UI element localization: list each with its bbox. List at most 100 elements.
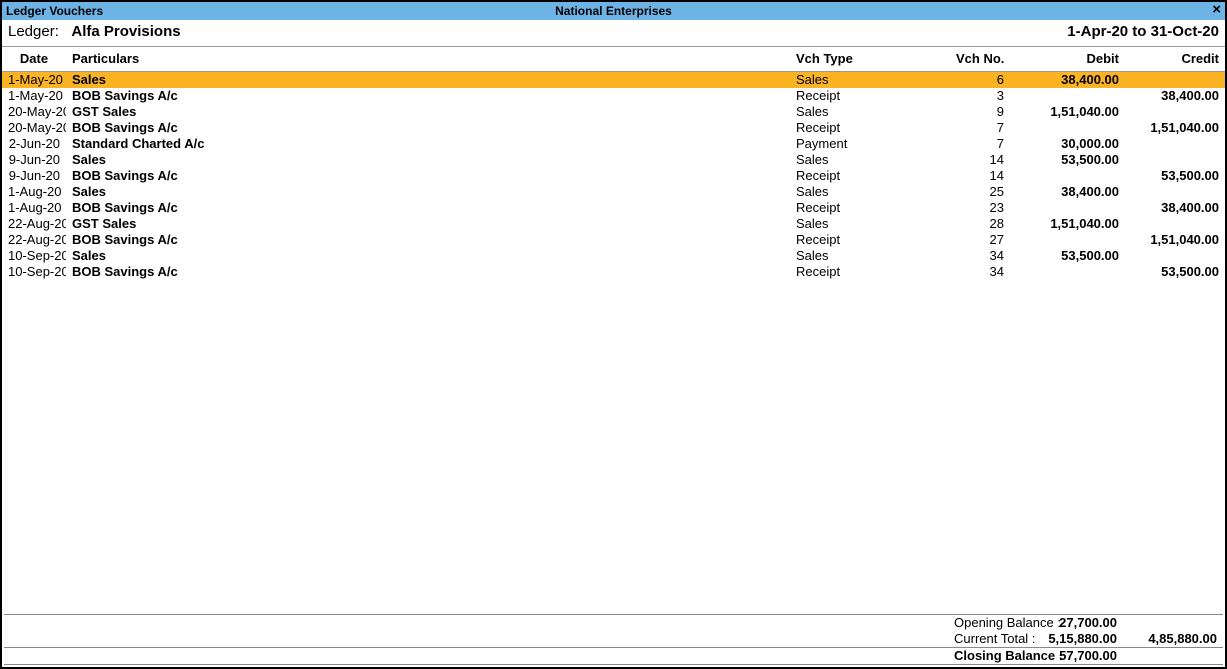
cell-vchno: 23 [950,200,1010,216]
cell-particulars: Sales [66,72,790,88]
cell-vchtype: Sales [790,152,950,168]
cell-credit: 53,500.00 [1125,168,1225,184]
cell-credit [1125,216,1225,232]
cell-vchtype: Sales [790,104,950,120]
cell-vchno: 6 [950,72,1010,88]
cell-particulars: Sales [66,152,790,168]
period-range: 1-Apr-20 to 31-Oct-20 [1067,23,1219,40]
opening-balance-credit [1123,615,1223,631]
cell-vchno: 14 [950,152,1010,168]
table-row[interactable]: 20-May-20GST SalesSales91,51,040.00 [2,104,1225,120]
cell-date: 10-Sep-20 [2,248,66,264]
table-body-area: 1-May-20SalesSales638,400.001-May-20BOB … [2,72,1225,612]
cell-vchtype: Receipt [790,88,950,104]
cell-particulars: BOB Savings A/c [66,264,790,280]
title-center: National Enterprises [2,4,1225,18]
cell-debit [1010,88,1125,104]
table-row[interactable]: 10-Sep-20BOB Savings A/cReceipt3453,500.… [2,264,1225,280]
cell-vchtype: Sales [790,248,950,264]
table-row[interactable]: 20-May-20BOB Savings A/cReceipt71,51,040… [2,120,1225,136]
cell-vchtype: Receipt [790,120,950,136]
cell-credit [1125,104,1225,120]
col-credit-header: Credit [1125,47,1225,72]
cell-vchno: 7 [950,136,1010,152]
cell-particulars: GST Sales [66,216,790,232]
closing-balance-label: Closing Balance : [948,648,1008,665]
current-total-credit: 4,85,880.00 [1123,631,1223,648]
cell-credit [1125,248,1225,264]
cell-date: 1-May-20 [2,72,66,88]
cell-vchno: 34 [950,264,1010,280]
cell-debit [1010,264,1125,280]
table-row[interactable]: 1-Aug-20SalesSales2538,400.00 [2,184,1225,200]
cell-particulars: Sales [66,248,790,264]
cell-date: 1-Aug-20 [2,200,66,216]
cell-particulars: BOB Savings A/c [66,232,790,248]
table-row[interactable]: 9-Jun-20BOB Savings A/cReceipt1453,500.0… [2,168,1225,184]
col-vchtype-header: Vch Type [790,47,950,72]
col-debit-header: Debit [1010,47,1125,72]
table-row[interactable]: 1-Aug-20BOB Savings A/cReceipt2338,400.0… [2,200,1225,216]
cell-date: 9-Jun-20 [2,152,66,168]
col-date-header: Date [2,47,66,72]
cell-date: 1-May-20 [2,88,66,104]
close-icon[interactable]: × [1212,2,1221,18]
cell-vchtype: Receipt [790,264,950,280]
ledger-label: Ledger: [8,23,59,40]
cell-credit [1125,184,1225,200]
cell-credit [1125,72,1225,88]
cell-date: 22-Aug-20 [2,232,66,248]
opening-balance-label: Opening Balance : [948,615,1008,631]
voucher-table: Date Particulars Vch Type Vch No. Debit … [2,46,1225,72]
cell-credit: 1,51,040.00 [1125,232,1225,248]
cell-vchtype: Sales [790,184,950,200]
subheader: Ledger: Alfa Provisions 1-Apr-20 to 31-O… [2,20,1225,46]
cell-vchtype: Receipt [790,200,950,216]
cell-vchtype: Payment [790,136,950,152]
cell-date: 2-Jun-20 [2,136,66,152]
cell-particulars: Sales [66,184,790,200]
cell-debit: 38,400.00 [1010,184,1125,200]
col-particulars-header: Particulars [66,47,790,72]
cell-debit [1010,168,1125,184]
footer-totals: Opening Balance : 27,700.00 Current Tota… [4,614,1223,665]
cell-debit: 53,500.00 [1010,152,1125,168]
ledger-name: Alfa Provisions [71,23,180,40]
cell-debit: 30,000.00 [1010,136,1125,152]
table-row[interactable]: 22-Aug-20GST SalesSales281,51,040.00 [2,216,1225,232]
cell-vchno: 27 [950,232,1010,248]
cell-date: 1-Aug-20 [2,184,66,200]
cell-date: 10-Sep-20 [2,264,66,280]
cell-debit [1010,120,1125,136]
cell-debit: 38,400.00 [1010,72,1125,88]
cell-vchtype: Sales [790,216,950,232]
table-row[interactable]: 22-Aug-20BOB Savings A/cReceipt271,51,04… [2,232,1225,248]
table-row[interactable]: 10-Sep-20SalesSales3453,500.00 [2,248,1225,264]
cell-vchno: 14 [950,168,1010,184]
table-row[interactable]: 2-Jun-20Standard Charted A/cPayment730,0… [2,136,1225,152]
cell-vchno: 7 [950,120,1010,136]
cell-particulars: GST Sales [66,104,790,120]
cell-credit: 38,400.00 [1125,88,1225,104]
closing-balance-credit [1123,648,1223,665]
cell-date: 9-Jun-20 [2,168,66,184]
cell-date: 20-May-20 [2,120,66,136]
opening-balance-row: Opening Balance : 27,700.00 [4,615,1223,631]
cell-debit [1010,200,1125,216]
cell-credit: 1,51,040.00 [1125,120,1225,136]
cell-vchtype: Receipt [790,168,950,184]
current-total-row: Current Total : 5,15,880.00 4,85,880.00 [4,631,1223,648]
cell-particulars: BOB Savings A/c [66,88,790,104]
title-bar: Ledger Vouchers National Enterprises × [2,2,1225,20]
table-row[interactable]: 1-May-20SalesSales638,400.00 [2,72,1225,88]
table-row[interactable]: 1-May-20BOB Savings A/cReceipt3 38,400.00 [2,88,1225,104]
cell-vchno: 25 [950,184,1010,200]
cell-debit [1010,232,1125,248]
table-row[interactable]: 9-Jun-20SalesSales1453,500.00 [2,152,1225,168]
title-left: Ledger Vouchers [6,4,103,18]
cell-vchno: 34 [950,248,1010,264]
cell-vchno: 9 [950,104,1010,120]
cell-debit: 53,500.00 [1010,248,1125,264]
cell-vchno: 3 [950,88,1010,104]
cell-debit: 1,51,040.00 [1010,216,1125,232]
